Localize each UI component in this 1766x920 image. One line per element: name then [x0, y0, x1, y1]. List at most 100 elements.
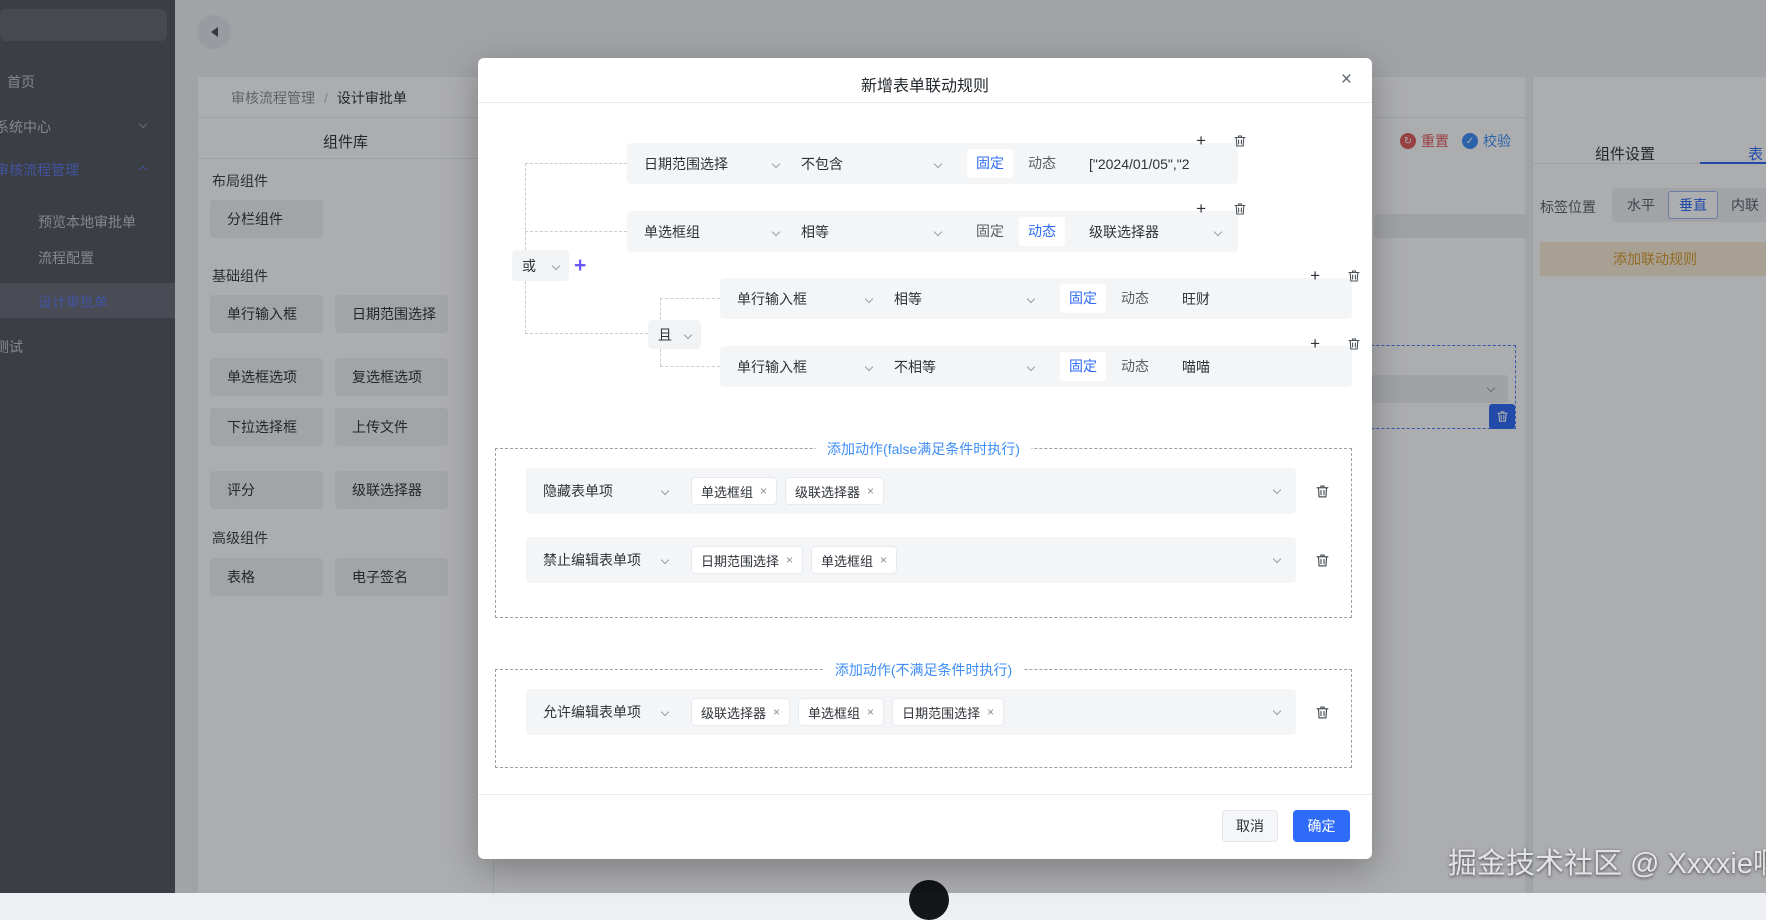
tree-connector [525, 281, 526, 333]
target-tag: 单选框组 × [799, 699, 884, 725]
delete-condition-button[interactable] [1233, 202, 1247, 216]
condition-operator-value: 相等 [894, 290, 922, 307]
condition-row: 单行输入框 相等 固定 动态 旺财 + [720, 267, 1360, 319]
condition-field-select[interactable]: 单行输入框 [737, 289, 874, 309]
tree-connector [525, 163, 627, 164]
condition-value-input[interactable]: ["2024/01/05","2 [1089, 156, 1221, 172]
chevron-down-icon [1026, 362, 1036, 371]
add-condition-icon[interactable]: + [1196, 200, 1206, 217]
remove-tag-icon[interactable]: × [867, 484, 874, 498]
condition-row: 单行输入框 不相等 固定 动态 喵喵 + [720, 335, 1360, 387]
close-icon[interactable]: × [1341, 69, 1352, 91]
remove-tag-icon[interactable]: × [760, 484, 767, 498]
cancel-button[interactable]: 取消 [1222, 810, 1278, 842]
chevron-down-icon [771, 227, 781, 236]
chevron-down-icon [771, 159, 781, 168]
action-targets[interactable]: 日期范围选择 × 单选框组 × [692, 547, 906, 573]
logic-or-label: 或 [522, 257, 536, 274]
chevron-down-icon [683, 330, 693, 339]
add-condition-icon[interactable]: + [1196, 132, 1206, 149]
remove-tag-icon[interactable]: × [987, 705, 994, 719]
delete-condition-button[interactable] [1347, 337, 1361, 351]
tree-connector [660, 298, 720, 299]
add-condition-group-button[interactable]: + [574, 255, 586, 276]
remove-tag-icon[interactable]: × [880, 553, 887, 567]
chevron-down-icon [933, 159, 943, 168]
condition-field-select[interactable]: 单行输入框 [737, 357, 874, 377]
delete-action-button[interactable] [1315, 484, 1330, 499]
condition-row: 日期范围选择 不包含 固定 动态 ["2024/01/05","2 + [627, 132, 1246, 184]
delete-action-button[interactable] [1315, 705, 1330, 720]
chevron-down-icon [660, 707, 670, 717]
chevron-down-icon [660, 555, 670, 565]
divider [478, 102, 1372, 103]
condition-operator-select[interactable]: 相等 [801, 222, 943, 242]
logic-or-select[interactable]: 或 [512, 250, 569, 281]
action-targets[interactable]: 单选框组 × 级联选择器 × [692, 478, 893, 504]
condition-operator-select[interactable]: 相等 [894, 289, 1036, 309]
tree-connector [525, 231, 627, 232]
delete-condition-button[interactable] [1347, 269, 1361, 283]
modal-title: 新增表单联动规则 [860, 78, 989, 95]
condition-operator-value: 相等 [801, 223, 829, 240]
add-condition-icon[interactable]: + [1310, 267, 1320, 284]
condition-target-select[interactable]: 级联选择器 [1089, 222, 1223, 242]
mode-fixed-toggle[interactable]: 固定 [967, 149, 1013, 178]
chevron-down-icon [1272, 706, 1282, 716]
target-tag: 单选框组 × [812, 547, 897, 573]
chevron-down-icon [660, 486, 670, 496]
remove-tag-icon[interactable]: × [773, 705, 780, 719]
tag-label: 级联选择器 [795, 484, 861, 500]
condition-operator-select[interactable]: 不相等 [894, 357, 1036, 377]
mode-dynamic-toggle[interactable]: 动态 [1019, 217, 1065, 246]
condition-operator-select[interactable]: 不包含 [801, 154, 943, 174]
target-tag: 日期范围选择 × [692, 547, 803, 573]
condition-field-value: 单行输入框 [737, 290, 807, 307]
tag-label: 单选框组 [808, 705, 861, 721]
logic-and-select[interactable]: 且 [648, 320, 701, 349]
condition-operator-value: 不包含 [801, 155, 843, 172]
chevron-down-icon [864, 294, 874, 303]
actions-false-title: 添加动作(false满足条件时执行) [815, 439, 1032, 459]
delete-action-button[interactable] [1315, 553, 1330, 568]
add-condition-icon[interactable]: + [1310, 335, 1320, 352]
actions-unmet-title: 添加动作(不满足条件时执行) [822, 660, 1025, 680]
chevron-down-icon [1213, 227, 1223, 236]
action-type-select[interactable]: 允许编辑表单项 [543, 702, 670, 722]
logic-and-label: 且 [658, 326, 672, 343]
trash-icon [1234, 135, 1246, 147]
target-tag: 日期范围选择 × [893, 699, 1004, 725]
condition-field-value: 单选框组 [644, 223, 700, 240]
mode-fixed-toggle[interactable]: 固定 [967, 217, 1013, 246]
mode-fixed-toggle[interactable]: 固定 [1060, 352, 1106, 381]
trash-icon [1316, 706, 1329, 719]
tree-connector [525, 333, 648, 334]
remove-tag-icon[interactable]: × [867, 705, 874, 719]
remove-tag-icon[interactable]: × [786, 553, 793, 567]
mode-dynamic-toggle[interactable]: 动态 [1019, 149, 1065, 178]
chevron-down-icon [864, 362, 874, 371]
condition-value-input[interactable]: 旺财 [1182, 289, 1335, 309]
condition-field-select[interactable]: 日期范围选择 [644, 154, 781, 174]
condition-value-input[interactable]: 喵喵 [1182, 357, 1335, 377]
condition-operator-value: 不相等 [894, 358, 936, 375]
tree-connector [660, 349, 661, 366]
trash-icon [1316, 554, 1329, 567]
condition-field-value: 日期范围选择 [644, 155, 728, 172]
condition-field-select[interactable]: 单选框组 [644, 222, 781, 242]
confirm-button[interactable]: 确定 [1293, 810, 1350, 842]
action-type-select[interactable]: 隐藏表单项 [543, 481, 670, 501]
chevron-down-icon [551, 261, 561, 270]
action-type-select[interactable]: 禁止编辑表单项 [543, 550, 670, 570]
add-linkage-rule-modal: 新增表单联动规则 × 或 + 且 日期范围选择 不包含 固定 动态 ["2024… [478, 58, 1372, 859]
tree-connector [525, 163, 526, 250]
mode-dynamic-toggle[interactable]: 动态 [1112, 352, 1158, 381]
tag-label: 单选框组 [821, 553, 874, 569]
action-targets[interactable]: 级联选择器 × 单选框组 × 日期范围选择 × [692, 699, 1013, 725]
mode-fixed-toggle[interactable]: 固定 [1060, 284, 1106, 313]
delete-condition-button[interactable] [1233, 134, 1247, 148]
condition-target-value: 级联选择器 [1089, 223, 1159, 240]
action-row: 允许编辑表单项 级联选择器 × 单选框组 × 日期范围选择 × [526, 689, 1329, 735]
tag-label: 单选框组 [701, 484, 754, 500]
mode-dynamic-toggle[interactable]: 动态 [1112, 284, 1158, 313]
